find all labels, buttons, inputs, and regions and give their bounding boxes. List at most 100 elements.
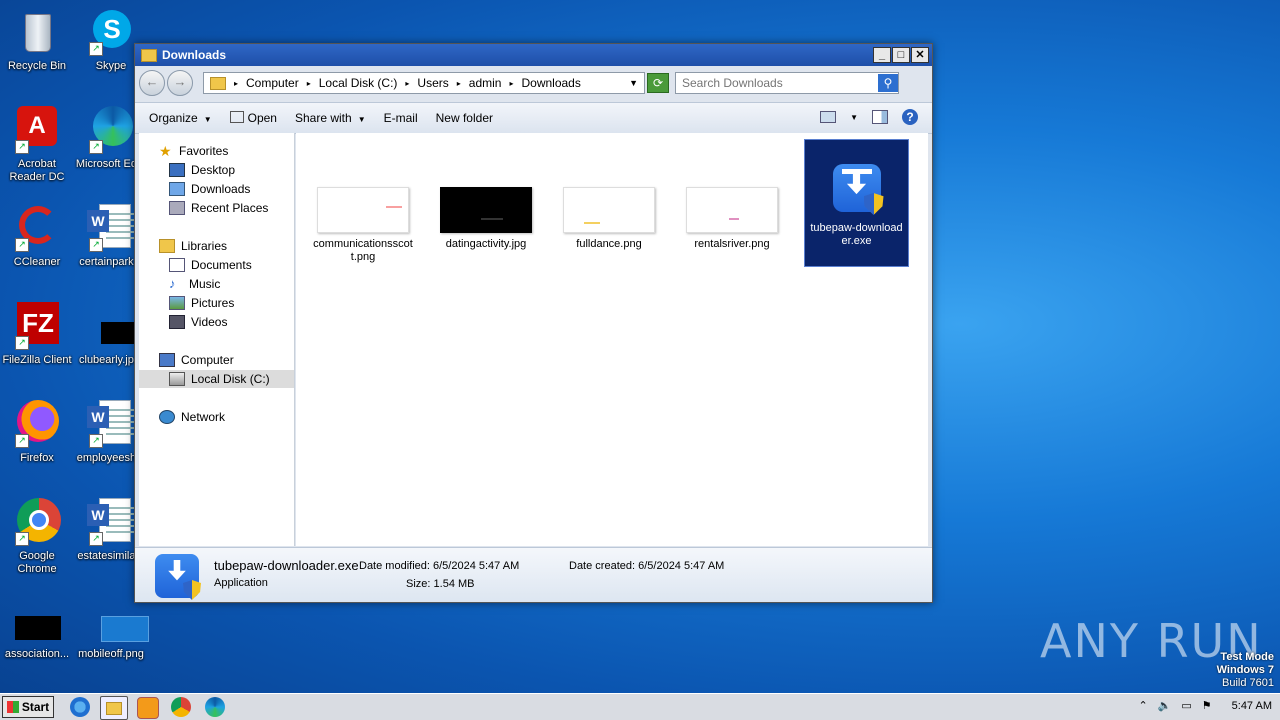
- nav-desktop[interactable]: Desktop: [169, 161, 235, 179]
- desktop-icon-association[interactable]: association...: [0, 596, 74, 661]
- window-title: Downloads: [162, 48, 227, 62]
- chevron-down-icon: ▼: [203, 115, 212, 124]
- image-thumbnail: [440, 187, 532, 233]
- share-with-button[interactable]: Share with ▼: [295, 111, 366, 125]
- breadcrumb-local-disk[interactable]: Local Disk (C:): [319, 76, 398, 90]
- minimize-button[interactable]: _: [873, 47, 891, 63]
- desktop-icon-ccleaner[interactable]: ↗ CCleaner: [0, 204, 74, 269]
- organize-button[interactable]: Organize ▼: [149, 111, 212, 125]
- libraries-icon: [159, 239, 175, 253]
- desktop-icon-firefox[interactable]: ↗ Firefox: [0, 400, 74, 465]
- internet-explorer-icon[interactable]: [70, 697, 90, 717]
- nav-recent-places[interactable]: Recent Places: [169, 199, 268, 217]
- chevron-right-icon[interactable]: ▸: [509, 79, 513, 88]
- desktop-icon-acrobat[interactable]: A ↗ Acrobat Reader DC: [0, 106, 74, 184]
- nav-downloads[interactable]: Downloads: [169, 180, 250, 198]
- explorer-window[interactable]: Downloads _ □ ✕ ← → ▸ Computer ▸ Local D…: [134, 43, 933, 603]
- new-folder-button[interactable]: New folder: [436, 111, 493, 125]
- nav-libraries[interactable]: Libraries: [159, 237, 227, 255]
- show-hidden-icons-icon[interactable]: ⌃: [1138, 699, 1147, 712]
- action-center-flag-icon[interactable]: ⚑: [1202, 699, 1212, 712]
- desktop-icon-chrome[interactable]: ↗ Google Chrome: [0, 498, 74, 576]
- breadcrumb-downloads[interactable]: Downloads: [521, 76, 580, 90]
- media-player-icon[interactable]: [137, 697, 159, 719]
- file-item[interactable]: communicationsscott.png: [313, 187, 413, 264]
- file-explorer-icon[interactable]: [100, 696, 128, 720]
- chevron-right-icon[interactable]: ▸: [457, 79, 461, 88]
- size-value: 1.54 MB: [433, 578, 475, 590]
- file-item[interactable]: fulldance.png: [559, 187, 659, 251]
- skype-icon: S ↗: [87, 8, 135, 56]
- edge-icon: ↗: [87, 106, 135, 154]
- shortcut-arrow-icon: ↗: [15, 532, 29, 546]
- nav-label: Favorites: [179, 144, 229, 158]
- volume-icon[interactable]: 🔈: [1158, 699, 1172, 712]
- address-bar[interactable]: ▸ Computer ▸ Local Disk (C:) ▸ Users ▸ a…: [203, 72, 645, 94]
- word-w-icon: W: [87, 406, 109, 428]
- clock[interactable]: 5:47 AM: [1232, 700, 1272, 712]
- chevron-right-icon[interactable]: ▸: [307, 79, 311, 88]
- shortcut-arrow-icon: ↗: [15, 238, 29, 252]
- desktop-icon-label: association...: [4, 648, 70, 660]
- desktop-icon-filezilla[interactable]: FZ ↗ FileZilla Client: [0, 302, 74, 367]
- nav-favorites[interactable]: ★ Favorites: [159, 142, 228, 160]
- refresh-button[interactable]: ⟳: [647, 73, 669, 93]
- system-tray: ⌃ 🔈 ▭ ⚑ 5:47 AM: [1138, 699, 1272, 713]
- edge-icon[interactable]: [205, 697, 225, 717]
- desktop-icon-recycle-bin[interactable]: Recycle Bin: [0, 8, 74, 73]
- desktop-icon-label: Skype: [95, 60, 127, 72]
- recycle-bin-icon: [13, 8, 61, 56]
- image-thumbnail: [686, 187, 778, 233]
- breadcrumb-users[interactable]: Users: [417, 76, 448, 90]
- uac-shield-icon: [183, 580, 201, 600]
- nav-pictures[interactable]: Pictures: [169, 294, 234, 312]
- start-button[interactable]: Start: [2, 696, 54, 718]
- desktop-icon-label: FileZilla Client: [2, 354, 72, 366]
- nav-computer[interactable]: Computer: [159, 351, 234, 369]
- recent-places-icon: [169, 201, 185, 215]
- nav-network[interactable]: Network: [159, 408, 225, 426]
- chevron-down-icon: ▼: [357, 115, 366, 124]
- chevron-right-icon[interactable]: ▸: [405, 79, 409, 88]
- nav-label: Computer: [181, 353, 234, 367]
- search-icon[interactable]: ⚲: [878, 74, 898, 92]
- back-button[interactable]: ←: [139, 70, 165, 96]
- nav-videos[interactable]: Videos: [169, 313, 227, 331]
- search-input[interactable]: [676, 75, 874, 91]
- desktop-icon-label: Google Chrome: [17, 550, 57, 575]
- maximize-button[interactable]: □: [892, 47, 910, 63]
- email-button[interactable]: E-mail: [384, 111, 418, 125]
- videos-icon: [169, 315, 185, 329]
- chevron-right-icon[interactable]: ▸: [234, 79, 238, 88]
- documents-icon: [169, 258, 185, 272]
- search-box[interactable]: ⚲: [675, 72, 899, 94]
- chevron-down-icon[interactable]: ▼: [850, 113, 858, 122]
- date-created-label: Date created:: [569, 560, 636, 572]
- open-button[interactable]: Open: [229, 111, 277, 125]
- file-item[interactable]: datingactivity.jpg: [436, 187, 536, 251]
- view-options-icon[interactable]: [820, 111, 837, 123]
- desktop-icon-label: CCleaner: [13, 256, 61, 268]
- file-item-selected[interactable]: tubepaw-downloader.exe: [804, 139, 909, 267]
- address-dropdown-icon[interactable]: ▼: [629, 78, 638, 88]
- navigation-pane: ★ Favorites Desktop Downloads Recent Plac…: [139, 133, 295, 546]
- nav-label: Pictures: [191, 296, 235, 310]
- preview-pane-icon[interactable]: [872, 110, 888, 124]
- date-created-value: 6/5/2024 5:47 AM: [638, 560, 725, 572]
- title-bar[interactable]: Downloads _ □ ✕: [135, 44, 932, 66]
- details-size: Size: 1.54 MB: [406, 578, 475, 590]
- nav-music[interactable]: ♪ Music: [169, 275, 220, 293]
- breadcrumb-computer[interactable]: Computer: [246, 76, 299, 90]
- desktop-icon-label: Recycle Bin: [7, 60, 67, 72]
- close-button[interactable]: ✕: [911, 47, 929, 63]
- chrome-icon[interactable]: [171, 697, 191, 717]
- help-icon[interactable]: ?: [902, 109, 918, 125]
- forward-button[interactable]: →: [167, 70, 193, 96]
- ccleaner-icon: ↗: [13, 204, 61, 252]
- desktop-icon-mobileoff[interactable]: mobileoff.png: [74, 596, 149, 661]
- file-item[interactable]: rentalsriver.png: [682, 187, 782, 251]
- breadcrumb-admin[interactable]: admin: [469, 76, 502, 90]
- nav-documents[interactable]: Documents: [169, 256, 252, 274]
- nav-local-disk[interactable]: Local Disk (C:): [139, 370, 294, 388]
- network-status-icon[interactable]: ▭: [1181, 699, 1191, 712]
